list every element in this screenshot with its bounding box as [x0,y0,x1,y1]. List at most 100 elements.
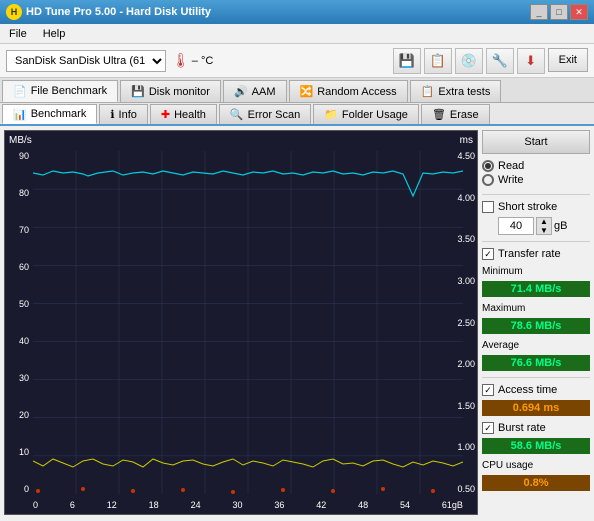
radio-read-indicator [482,160,494,172]
icon-btn-5[interactable]: ⬇ [517,48,545,74]
disk-selector[interactable]: SanDisk SanDisk Ultra (61 gB) [6,50,166,72]
gb-value-input[interactable] [498,217,534,235]
short-stroke-checkbox[interactable]: Short stroke [482,201,590,213]
tab-file-benchmark[interactable]: 📄 File Benchmark [2,80,118,102]
access-time-value: 0.694 ms [482,400,590,416]
tab-health-icon: ✚ [161,108,170,121]
minimum-value: 71.4 MB/s [482,281,590,297]
toolbar-icons: 💾 📋 💿 🔧 ⬇ Exit [393,48,588,74]
tab-health-label: Health [174,109,206,121]
menu-bar: File Help [0,24,594,44]
cpu-usage-value: 0.8% [482,475,590,491]
spinbox-buttons[interactable]: ▲▼ [536,217,552,235]
temperature-value: – °C [192,55,214,67]
average-label: Average [482,340,590,351]
tab-disk-monitor[interactable]: 💾 Disk monitor [120,80,221,102]
tab-random-access-icon: 🔀 [300,85,314,98]
divider-1 [482,194,590,195]
average-value: 76.6 MB/s [482,355,590,371]
start-button[interactable]: Start [482,130,590,154]
tab-file-benchmark-icon: 📄 [13,85,27,98]
tab-error-scan[interactable]: 🔍 Error Scan [219,104,311,124]
transfer-rate-checkbox[interactable]: Transfer rate [482,248,590,260]
tab-folder-usage[interactable]: 📁 Folder Usage [313,104,419,124]
tab-benchmark-label: Benchmark [31,108,87,120]
tab-erase[interactable]: 🗑 Erase [421,104,490,124]
gb-spinbox: ▲▼ gB [498,217,590,235]
icon-btn-3[interactable]: 💿 [455,48,483,74]
tab-folder-usage-icon: 📁 [324,108,338,121]
tab-info-icon: ℹ [110,108,114,121]
tab-random-access-label: Random Access [317,86,396,98]
tab-extra-tests[interactable]: 📋 Extra tests [410,80,502,102]
burst-rate-indicator [482,422,494,434]
tab-aam[interactable]: 🔊 AAM [223,80,287,102]
menu-help[interactable]: Help [40,27,69,41]
tabs-row-1: 📄 File Benchmark 💾 Disk monitor 🔊 AAM 🔀 … [0,78,594,103]
chart-area: MB/s ms 90 80 70 60 50 40 30 20 10 0 4.5… [4,130,478,515]
radio-write-label: Write [498,174,523,186]
burst-rate-value: 58.6 MB/s [482,438,590,454]
close-button[interactable]: ✕ [570,4,588,20]
tab-benchmark-icon: 📊 [13,108,27,121]
exit-button[interactable]: Exit [548,48,588,72]
access-time-indicator [482,384,494,396]
icon-btn-1[interactable]: 💾 [393,48,421,74]
chart-y-label-left: MB/s [9,135,32,146]
tab-file-benchmark-label: File Benchmark [31,85,107,97]
y-axis-left: 90 80 70 60 50 40 30 20 10 0 [7,151,29,494]
tab-aam-label: AAM [252,86,276,98]
burst-rate-label: Burst rate [498,422,546,434]
radio-read[interactable]: Read [482,160,590,172]
title-bar: H HD Tune Pro 5.00 - Hard Disk Utility _… [0,0,594,24]
tab-error-scan-icon: 🔍 [230,108,244,121]
x-axis-labels: 0 6 12 18 24 30 36 42 48 54 61gB [33,500,463,510]
tab-disk-monitor-label: Disk monitor [149,86,210,98]
thermometer-icon: 🌡 [172,52,190,69]
chart-svg [33,151,463,494]
short-stroke-label: Short stroke [498,201,557,213]
divider-2 [482,241,590,242]
tab-error-scan-label: Error Scan [248,109,301,121]
title-controls: _ □ ✕ [530,4,588,20]
transfer-rate-indicator [482,248,494,260]
toolbar: SanDisk SanDisk Ultra (61 gB) 🌡 – °C 💾 📋… [0,44,594,78]
icon-btn-4[interactable]: 🔧 [486,48,514,74]
tab-random-access[interactable]: 🔀 Random Access [289,80,408,102]
tabs-row-2: 📊 Benchmark ℹ Info ✚ Health 🔍 Error Scan… [0,103,594,126]
tab-health[interactable]: ✚ Health [150,104,217,124]
tab-aam-icon: 🔊 [234,85,248,98]
burst-rate-checkbox[interactable]: Burst rate [482,422,590,434]
tab-info-label: Info [119,109,137,121]
divider-3 [482,377,590,378]
tab-folder-usage-label: Folder Usage [342,109,408,121]
gb-unit-label: gB [554,220,567,232]
tab-disk-monitor-icon: 💾 [131,85,145,98]
radio-write-indicator [482,174,494,186]
minimum-label: Minimum [482,266,590,277]
icon-btn-2[interactable]: 📋 [424,48,452,74]
app-icon: H [6,4,22,20]
menu-file[interactable]: File [6,27,30,41]
maximum-value: 78.6 MB/s [482,318,590,334]
tab-extra-tests-icon: 📋 [421,85,435,98]
tab-info[interactable]: ℹ Info [99,104,148,124]
tab-extra-tests-label: Extra tests [438,86,490,98]
transfer-rate-label: Transfer rate [498,248,561,260]
maximum-label: Maximum [482,303,590,314]
radio-read-label: Read [498,160,524,172]
maximize-button[interactable]: □ [550,4,568,20]
right-panel: Start Read Write Short stroke ▲▼ gB Tran… [482,130,590,515]
tab-erase-icon: 🗑 [432,108,446,121]
cpu-usage-label: CPU usage [482,460,590,471]
tab-erase-label: Erase [450,109,479,121]
access-time-checkbox[interactable]: Access time [482,384,590,396]
radio-write[interactable]: Write [482,174,590,186]
temperature-display: 🌡 – °C [172,52,213,69]
window-title: HD Tune Pro 5.00 - Hard Disk Utility [26,6,211,18]
minimize-button[interactable]: _ [530,4,548,20]
main-content: MB/s ms 90 80 70 60 50 40 30 20 10 0 4.5… [0,126,594,519]
short-stroke-indicator [482,201,494,213]
radio-group: Read Write [482,158,590,188]
tab-benchmark[interactable]: 📊 Benchmark [2,104,97,124]
